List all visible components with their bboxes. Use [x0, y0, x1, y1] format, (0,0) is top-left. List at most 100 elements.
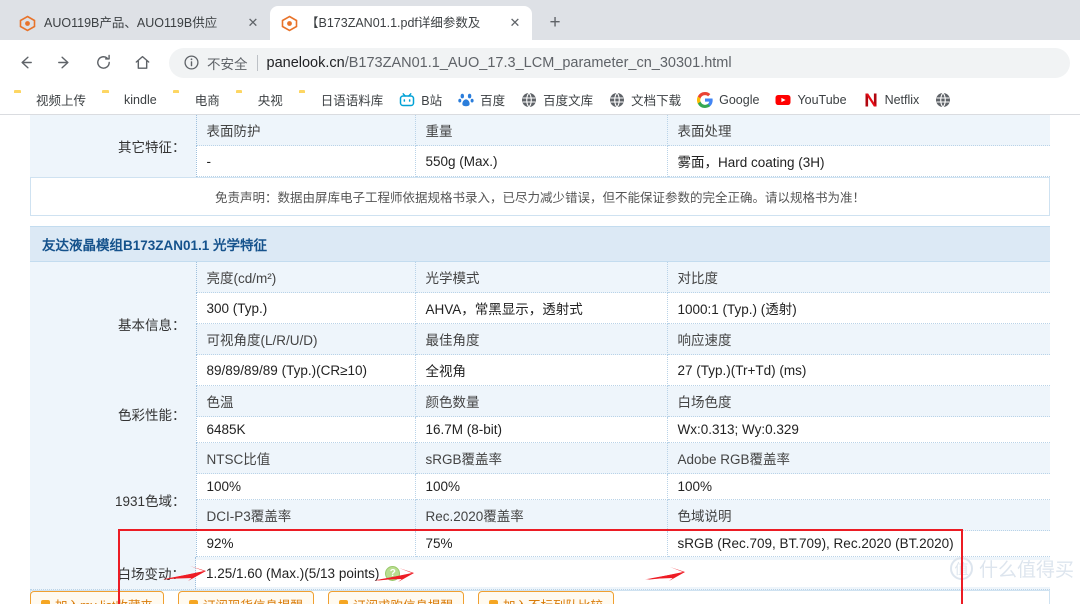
bell-icon [188, 599, 198, 604]
bookmark-item[interactable]: 央视 [228, 88, 291, 112]
bookmark-item[interactable]: 文档下载 [601, 88, 689, 112]
cell-value-rec2020: 75% [415, 530, 668, 557]
column-header: 对比度 [667, 262, 1050, 293]
cell-value-srgb: 100% [415, 473, 668, 500]
subscribe-purchase-alert-button[interactable]: 订阅求购信息提醒 [327, 591, 464, 604]
new-tab-button[interactable]: + [541, 9, 569, 37]
column-header: 光学模式 [415, 262, 668, 293]
tab-close-icon[interactable]: ✕ [244, 14, 262, 32]
column-header: sRGB覆盖率 [415, 442, 668, 474]
bookmark-item[interactable]: Netflix [855, 88, 928, 112]
browser-tab-1[interactable]: AUO119B产品、AUO119B供应 ✕ [8, 6, 270, 40]
globe-icon [521, 92, 537, 108]
column-header: 表面防护 [196, 115, 416, 146]
optical-table-wrap: 基本信息： 亮度(cd/m²) 光学模式 对比度 300 (Typ.) AHVA… [30, 262, 1050, 557]
browser-tab-2[interactable]: 【B173ZAN01.1.pdf详细参数及 ✕ [270, 6, 532, 40]
security-status-label: 不安全 [207, 56, 248, 72]
column-header: 可视角度(L/R/U/D) [196, 323, 416, 355]
baidu-icon [458, 92, 474, 108]
url-path: /B173ZAN01.1_AUO_17.3_LCM_parameter_cn_3… [344, 54, 732, 71]
bookmark-label: Google [719, 92, 760, 107]
tab-close-icon[interactable]: ✕ [506, 14, 524, 32]
omnibox-divider [256, 54, 258, 71]
bookmark-label: 央视 [257, 94, 283, 108]
watermark-mark: 值 [949, 557, 973, 580]
google-icon [697, 91, 713, 108]
column-header: 重量 [415, 115, 668, 146]
folder-icon [102, 92, 118, 108]
back-button[interactable] [10, 48, 40, 78]
bookmark-label: 电商 [194, 94, 220, 108]
bookmark-label: 视频上传 [36, 94, 87, 108]
column-header: 色温 [196, 385, 416, 417]
table-row: 1931色域： NTSC比值 sRGB覆盖率 Adobe RGB覆盖率 [30, 442, 1050, 557]
color-performance-label: 色彩性能： [30, 385, 197, 443]
other-features-table-wrap: 其它特征： 表面防护 重量 表面处理 - 550g (Max.) 雾面，Hard… [30, 115, 1050, 177]
folder-icon [299, 92, 315, 108]
cell-value: AHVA，常黑显示，透射式 [415, 292, 668, 324]
globe-icon [935, 92, 951, 108]
cell-value: - [196, 145, 416, 177]
basic-info-label: 基本信息： [30, 262, 197, 386]
url-domain: panelook.cn [266, 54, 345, 71]
cell-value: 300 (Typ.) [196, 292, 416, 324]
white-balance-value-wrap: 1.25/1.60 (Max.)(5/13 points) ? [196, 559, 1050, 587]
bookmark-item[interactable]: Google [689, 88, 767, 112]
watermark-text: 什么值得买 [978, 559, 1074, 581]
column-header: 表面处理 [667, 115, 1050, 146]
bookmark-item[interactable]: 视频上传 [6, 88, 94, 112]
bookmark-item[interactable]: 日语语料库 [291, 88, 392, 112]
url-text: panelook.cn/B173ZAN01.1_AUO_17.3_LCM_par… [267, 55, 732, 71]
optical-section-header: 友达液晶模组B173ZAN01.1 光学特征 [30, 226, 1050, 262]
cell-value: 27 (Typ.)(Tr+Td) (ms) [667, 354, 1050, 386]
bookmark-item[interactable]: 百度文库 [513, 88, 601, 112]
bookmark-item[interactable]: kindle [94, 88, 165, 112]
bookmark-item[interactable]: B站 [391, 88, 450, 112]
home-button[interactable] [127, 48, 157, 78]
column-header: 白场色度 [667, 385, 1050, 417]
column-header: NTSC比值 [196, 442, 416, 474]
bookmark-label: B站 [421, 94, 443, 108]
gamut-1931-label: 1931色域： [30, 442, 197, 557]
subscribe-stock-alert-button[interactable]: 订阅现货信息提醒 [177, 591, 314, 604]
optical-spec-table: 基本信息： 亮度(cd/m²) 光学模式 对比度 300 (Typ.) AHVA… [30, 262, 1050, 557]
annotation-arrow-adobergb [645, 567, 685, 581]
tab-strip: AUO119B产品、AUO119B供应 ✕ 【B173ZAN01.1.pdf详细… [0, 0, 1080, 40]
bottom-action-buttons: 加入my list收藏夹 订阅现货信息提醒 订阅求购信息提醒 加入不标列队比较 [30, 591, 1050, 604]
reload-button[interactable] [88, 48, 118, 78]
button-label: 订阅现货信息提醒 [203, 595, 303, 604]
browser-toolbar: 不安全 panelook.cn/B173ZAN01.1_AUO_17.3_LCM… [0, 40, 1080, 85]
bookmark-label: 文档下载 [631, 94, 682, 108]
forward-button[interactable] [49, 48, 79, 78]
bookmark-label: kindle [124, 92, 157, 107]
bookmark-label: 日语语料库 [320, 94, 384, 108]
column-header: 响应速度 [667, 323, 1050, 355]
cell-value-ntsc: 100% [196, 473, 416, 500]
info-circle-icon[interactable] [183, 54, 200, 71]
folder-icon [173, 92, 189, 108]
folder-icon [236, 92, 252, 108]
bookmark-item[interactable]: YouTube [767, 88, 854, 112]
address-bar[interactable]: 不安全 panelook.cn/B173ZAN01.1_AUO_17.3_LCM… [169, 47, 1070, 78]
cell-value: 1000:1 (Typ.) (透射) [667, 292, 1050, 324]
bookmark-item[interactable]: 百度 [450, 88, 513, 112]
cell-value: 550g (Max.) [415, 145, 668, 177]
bookmark-item[interactable]: 电商 [165, 88, 228, 112]
bookmark-label: 百度 [480, 94, 506, 108]
disclaimer-text-1: 免责声明：数据由屏库电子工程师依据规格书录入，已尽力减少错误，但不能保证参数的完… [30, 177, 1050, 216]
cell-value: 雾面，Hard coating (3H) [667, 145, 1050, 177]
button-label: 订阅求购信息提醒 [353, 595, 453, 604]
add-to-mylist-button[interactable]: 加入my list收藏夹 [30, 591, 164, 604]
button-label: 加入不标列队比较 [503, 595, 603, 604]
column-header: 亮度(cd/m²) [196, 262, 416, 293]
add-to-compare-button[interactable]: 加入不标列队比较 [477, 591, 614, 604]
netflix-icon [863, 92, 879, 108]
page-content: 其它特征： 表面防护 重量 表面处理 - 550g (Max.) 雾面，Hard… [0, 115, 1080, 604]
bookmark-label: Netflix [884, 92, 920, 107]
cell-value: 全视角 [415, 354, 668, 386]
button-label: 加入my list收藏夹 [55, 595, 153, 604]
youtube-icon [775, 92, 791, 108]
column-header: Rec.2020覆盖率 [415, 499, 668, 531]
cell-value: 16.7M (8-bit) [415, 416, 668, 443]
bookmark-item[interactable] [927, 88, 965, 112]
